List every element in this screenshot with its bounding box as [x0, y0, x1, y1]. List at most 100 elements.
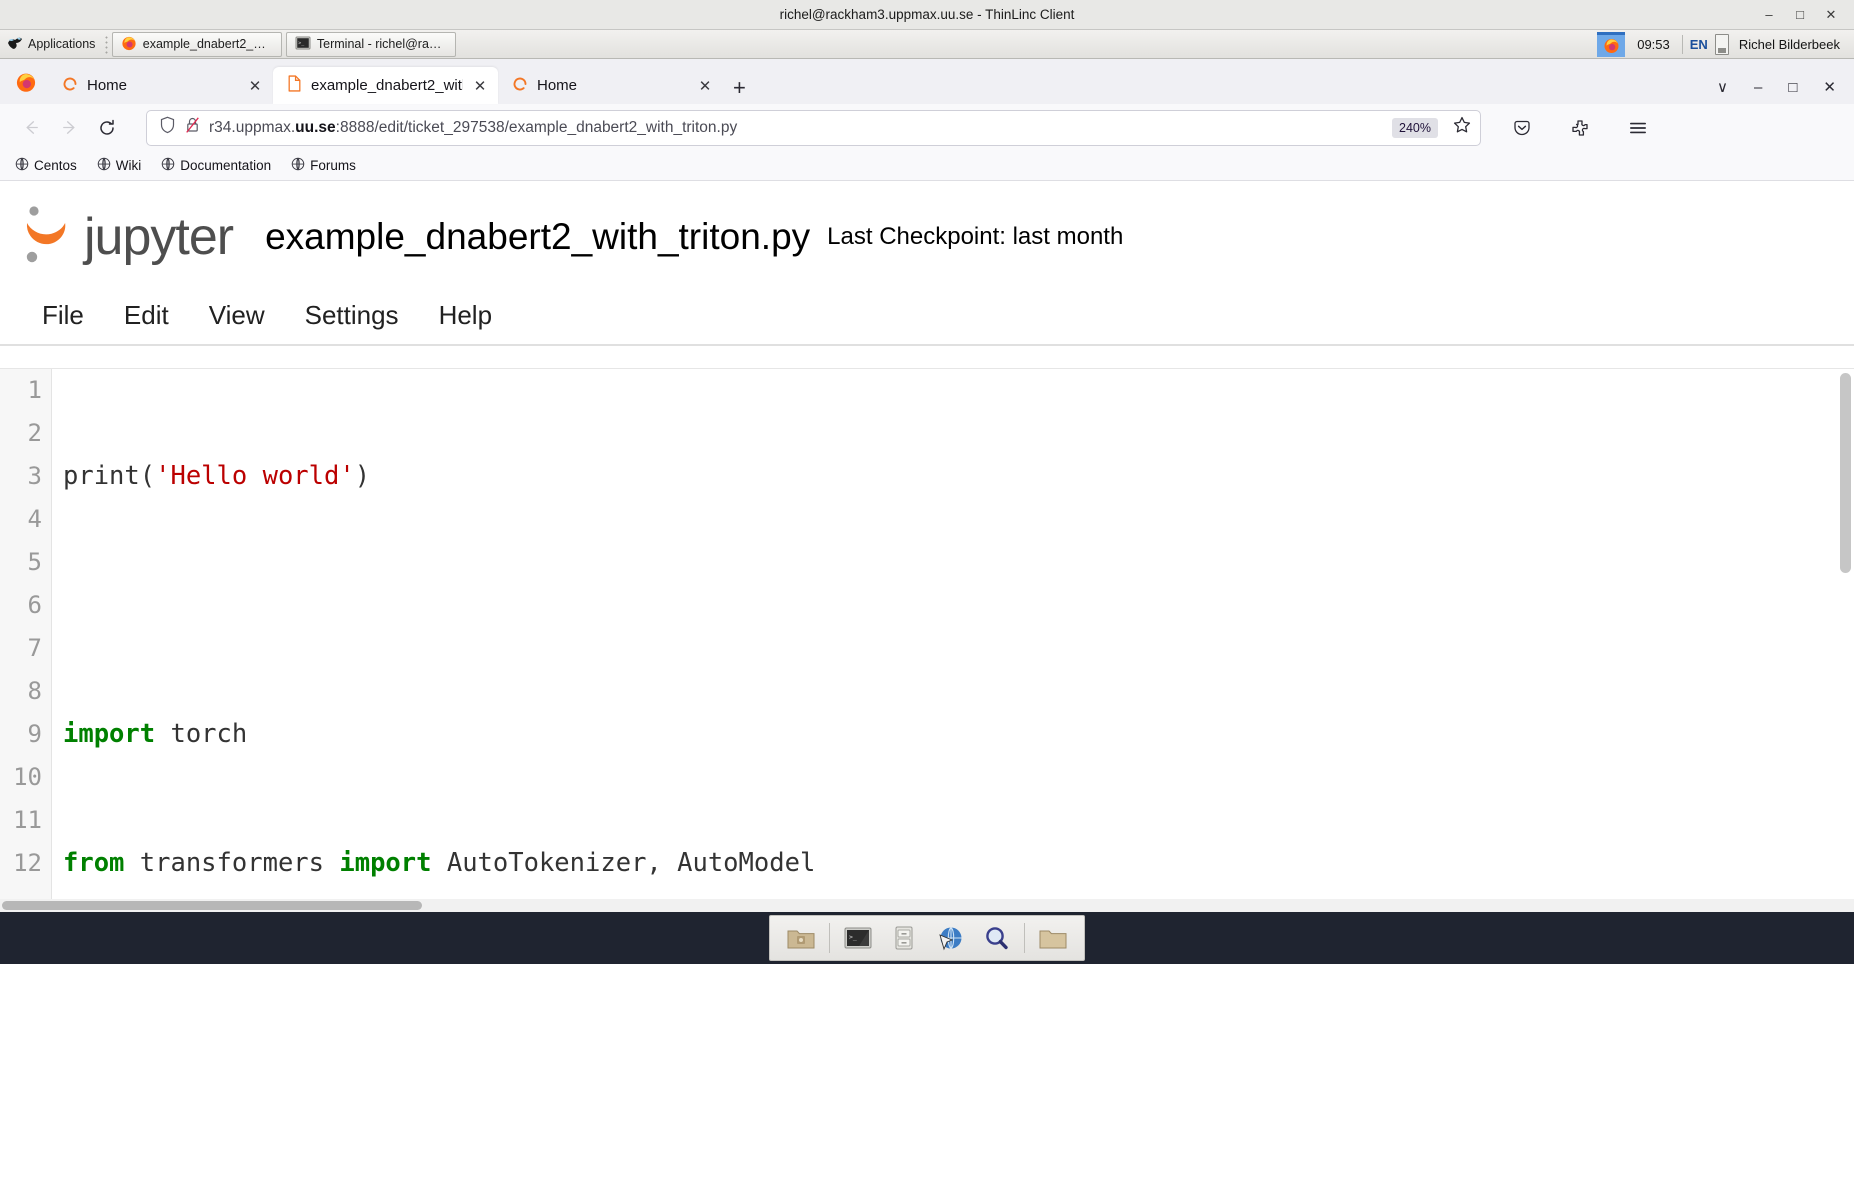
browser-tab-editor[interactable]: example_dnabert2_with_ ✕: [273, 67, 498, 104]
xfce-mouse-icon: [6, 34, 24, 55]
jupyter-logo-icon: [20, 203, 82, 270]
applications-menu-button[interactable]: Applications: [2, 32, 101, 57]
menu-edit[interactable]: Edit: [104, 294, 189, 337]
desktop-area: >_: [0, 912, 1854, 1127]
firefox-logo-icon: [4, 60, 48, 104]
file-manager-icon[interactable]: [881, 918, 927, 958]
code-editor-container: 1 2 3 4 5 6 7 8 9 10 11 12 print('Hello …: [0, 346, 1854, 912]
tray-firefox-icon[interactable]: [1597, 32, 1625, 57]
jupyter-header: jupyter example_dnabert2_with_triton.py …: [0, 181, 1854, 286]
browser-minimize-button[interactable]: –: [1754, 79, 1762, 96]
folder-icon[interactable]: [1030, 918, 1076, 958]
browser-maximize-button[interactable]: □: [1788, 79, 1797, 96]
taskbar-task-firefox[interactable]: example_dnabert2_wit...: [112, 32, 282, 57]
url-suffix: :8888/edit/ticket_297538/example_dnabert…: [336, 119, 738, 136]
editor-horizontal-scrollbar[interactable]: [0, 899, 1854, 912]
jupyter-logo[interactable]: jupyter: [20, 203, 233, 270]
bookmark-centos[interactable]: Centos: [8, 154, 84, 177]
line-number: 6: [0, 584, 51, 627]
star-icon[interactable]: [1452, 115, 1472, 140]
search-icon[interactable]: [973, 918, 1019, 958]
taskbar-clock[interactable]: 09:53: [1625, 37, 1682, 52]
line-number: 9: [0, 713, 51, 756]
shield-icon[interactable]: [159, 116, 176, 139]
code-text[interactable]: print('Hello world') import torch from t…: [52, 369, 1854, 912]
code-line: from transformers import AutoTokenizer, …: [63, 842, 1854, 885]
last-checkpoint-label: Last Checkpoint: last month: [827, 223, 1123, 251]
line-number: 4: [0, 498, 51, 541]
chevron-down-icon[interactable]: ∨: [1717, 78, 1728, 96]
web-browser-icon[interactable]: [927, 918, 973, 958]
code-line: [63, 584, 1854, 627]
xfce-taskbar: Applications example_dnabert2_wit... >_ …: [0, 30, 1854, 59]
line-number: 2: [0, 412, 51, 455]
taskbar-grip-handle[interactable]: [104, 35, 109, 54]
url-bar[interactable]: r34.uppmax.uu.se:8888/edit/ticket_297538…: [146, 110, 1481, 146]
browser-tab-home-1[interactable]: Home ✕: [48, 67, 273, 104]
jupyter-page: jupyter example_dnabert2_with_triton.py …: [0, 181, 1854, 912]
browser-tab-home-2[interactable]: Home ✕: [498, 67, 723, 104]
editor-vertical-scrollbar[interactable]: [1840, 369, 1851, 912]
dock: >_: [769, 915, 1085, 961]
browser-toolbar-icons: [1495, 111, 1657, 145]
code-editor[interactable]: 1 2 3 4 5 6 7 8 9 10 11 12 print('Hello …: [0, 368, 1854, 912]
line-number: 12: [0, 842, 51, 885]
url-text[interactable]: r34.uppmax.uu.se:8888/edit/ticket_297538…: [209, 119, 1384, 137]
svg-text:>_: >_: [849, 933, 857, 941]
tracking-protection-off-icon[interactable]: [184, 116, 201, 139]
reload-button[interactable]: [88, 111, 126, 145]
code-line: import torch: [63, 713, 1854, 756]
thinlinc-restore-button[interactable]: □: [1793, 7, 1807, 23]
line-number: 7: [0, 627, 51, 670]
line-number: 3: [0, 455, 51, 498]
battery-icon[interactable]: [1715, 34, 1729, 55]
page-title[interactable]: example_dnabert2_with_triton.py: [265, 216, 810, 258]
close-icon[interactable]: ✕: [247, 77, 263, 95]
svg-text:>_: >_: [299, 40, 306, 46]
taskbar-task-terminal[interactable]: >_ Terminal - richel@rack...: [286, 32, 456, 57]
line-number: 11: [0, 799, 51, 842]
app-menu-icon[interactable]: [1619, 111, 1657, 145]
forward-button[interactable]: [50, 111, 88, 145]
zoom-level-badge[interactable]: 240%: [1392, 118, 1438, 138]
menu-help[interactable]: Help: [419, 294, 512, 337]
editor-vertical-scrollbar-thumb[interactable]: [1840, 373, 1851, 573]
globe-icon: [161, 157, 175, 174]
menu-file[interactable]: File: [22, 294, 104, 337]
browser-navigation-bar: r34.uppmax.uu.se:8888/edit/ticket_297538…: [0, 104, 1854, 151]
close-icon[interactable]: ✕: [697, 77, 713, 95]
terminal-icon: >_: [295, 35, 310, 54]
bookmark-forums[interactable]: Forums: [284, 154, 363, 177]
code-line: print('Hello world'): [63, 455, 1854, 498]
thinlinc-close-button[interactable]: ✕: [1824, 7, 1838, 23]
editor-horizontal-scrollbar-thumb[interactable]: [2, 901, 422, 910]
thinlinc-minimize-button[interactable]: –: [1762, 7, 1776, 23]
bookmark-wiki[interactable]: Wiki: [90, 154, 149, 177]
taskbar-task-label: example_dnabert2_wit...: [143, 37, 274, 51]
globe-icon: [291, 157, 305, 174]
close-icon[interactable]: ✕: [472, 77, 488, 95]
pocket-icon[interactable]: [1503, 111, 1541, 145]
menu-settings[interactable]: Settings: [285, 294, 419, 337]
new-tab-button[interactable]: +: [723, 77, 756, 104]
bookmark-documentation[interactable]: Documentation: [154, 154, 278, 177]
dock-separator: [1024, 923, 1025, 953]
bookmark-label: Wiki: [116, 158, 142, 173]
browser-tab-label: example_dnabert2_with_: [311, 77, 463, 94]
menu-view[interactable]: View: [189, 294, 285, 337]
home-folder-icon[interactable]: [778, 918, 824, 958]
jupyter-loading-icon: [62, 76, 78, 96]
extensions-icon[interactable]: [1561, 111, 1599, 145]
line-number-gutter: 1 2 3 4 5 6 7 8 9 10 11 12: [0, 369, 52, 912]
globe-icon: [15, 157, 29, 174]
url-prefix: r34.uppmax.: [209, 119, 295, 136]
browser-close-button[interactable]: ✕: [1823, 78, 1836, 96]
browser-tabstrip: Home ✕ example_dnabert2_with_ ✕ Home ✕ +: [0, 59, 1854, 104]
thinlinc-window-controls: – □ ✕: [1762, 7, 1854, 23]
terminal-icon[interactable]: >_: [835, 918, 881, 958]
taskbar-task-label: Terminal - richel@rack...: [317, 37, 448, 51]
taskbar-username[interactable]: Richel Bilderbeek: [1739, 37, 1846, 52]
file-icon: [287, 75, 302, 96]
keyboard-layout-indicator[interactable]: EN: [1682, 35, 1715, 54]
back-button[interactable]: [12, 111, 50, 145]
